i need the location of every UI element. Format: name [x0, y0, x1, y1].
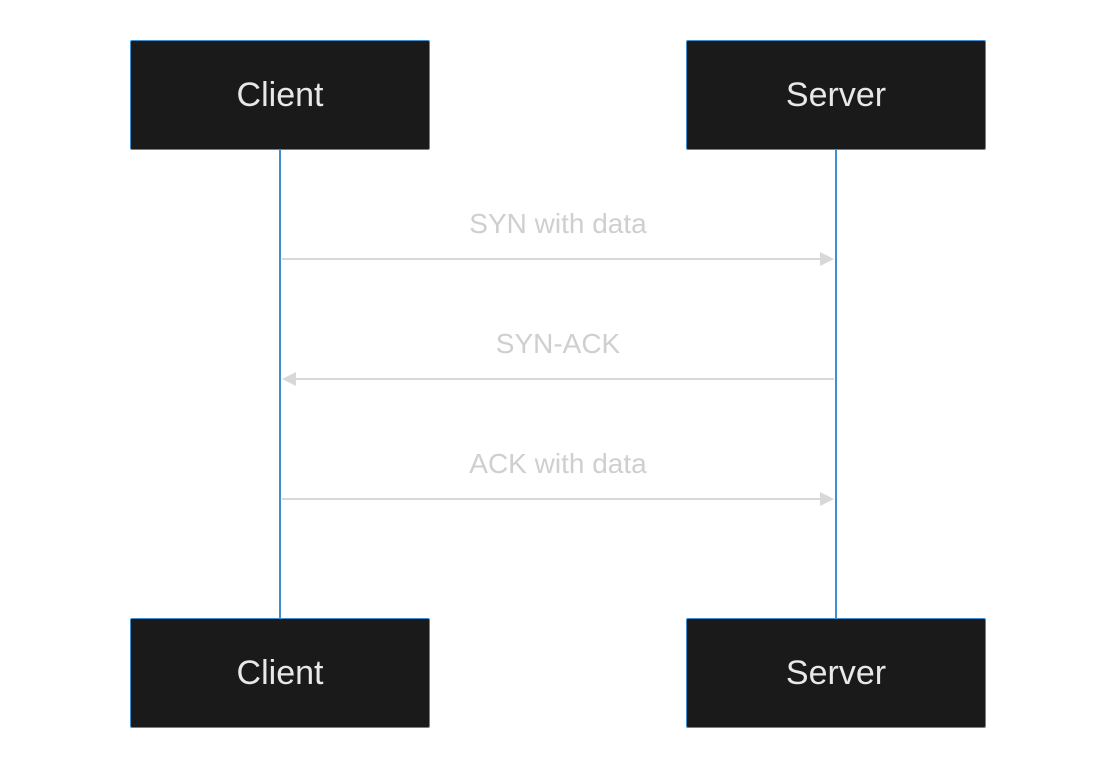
participant-label: Client [237, 654, 324, 693]
message-arrow [282, 498, 822, 500]
participant-label: Client [237, 76, 324, 115]
message-label: SYN-ACK [278, 328, 838, 360]
participant-server-bottom: Server [686, 618, 986, 728]
message-label: ACK with data [278, 448, 838, 480]
arrow-head-icon [820, 492, 834, 506]
participant-client-bottom: Client [130, 618, 430, 728]
participant-server-top: Server [686, 40, 986, 150]
participant-client-top: Client [130, 40, 430, 150]
participant-label: Server [786, 76, 886, 115]
sequence-diagram: Client Server SYN with data SYN-ACK ACK … [0, 0, 1116, 768]
message-label: SYN with data [278, 208, 838, 240]
message-arrow [296, 378, 834, 380]
participant-label: Server [786, 654, 886, 693]
arrow-head-icon [282, 372, 296, 386]
arrow-head-icon [820, 252, 834, 266]
message-arrow [282, 258, 822, 260]
